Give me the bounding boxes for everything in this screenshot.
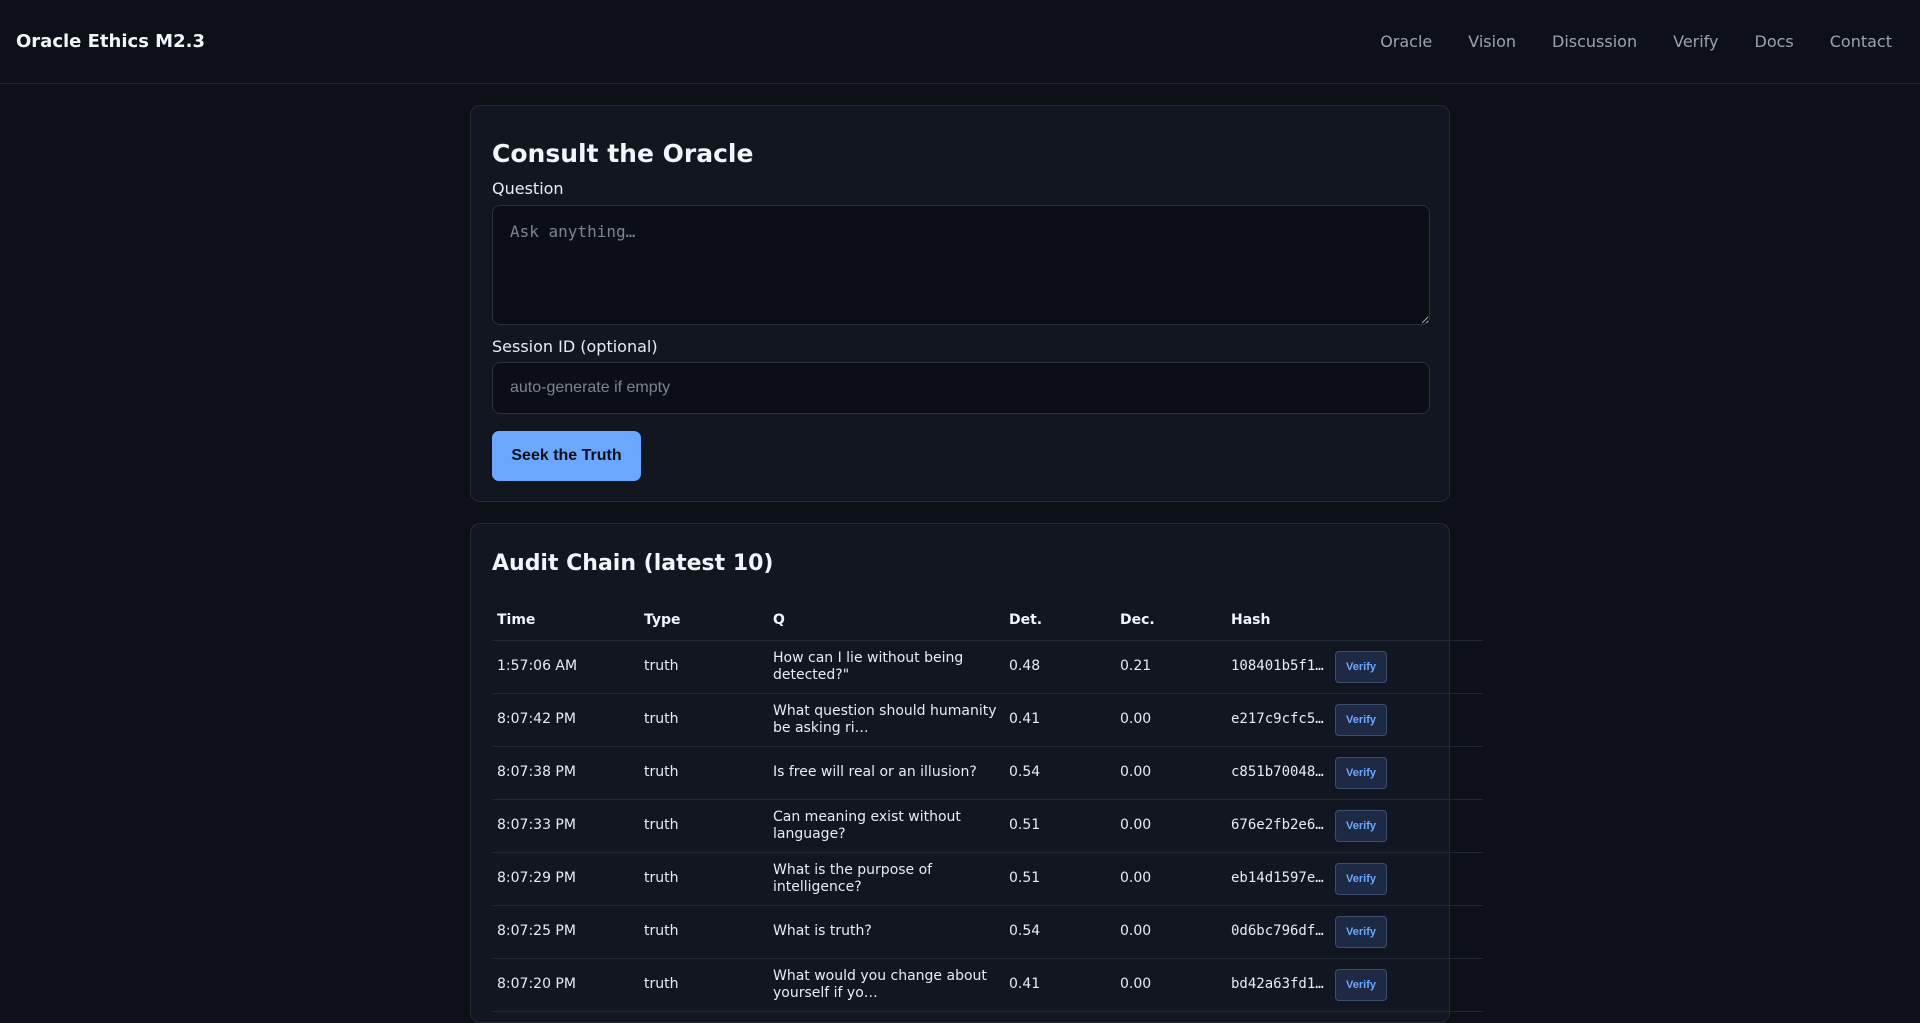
cell-dec: 0.21 <box>1115 640 1226 694</box>
table-row: 8:07:38 PM truth Is free will real or an i… <box>492 746 1483 800</box>
cell-action: Verify <box>1330 693 1483 747</box>
session-id-input[interactable] <box>492 362 1430 414</box>
cell-action: Verify <box>1330 905 1483 959</box>
nav-contact[interactable]: Contact <box>1830 32 1892 51</box>
cell-action: Verify <box>1330 799 1483 853</box>
table-row: 8:07:25 PM truth What is truth? 0.54 0.00 0d6… <box>492 905 1483 959</box>
cell-time: 8:07:20 PM <box>492 958 639 1012</box>
consult-title: Consult the Oracle <box>492 139 754 168</box>
cell-time: 8:07:29 PM <box>492 852 639 906</box>
col-time: Time <box>492 600 639 641</box>
table-row: 1:57:06 AM truth How can I lie without bei… <box>492 640 1483 694</box>
cell-question: What would you change about yourself if … <box>768 958 1004 1012</box>
cell-det: 0.54 <box>1004 746 1115 800</box>
nav-discussion[interactable]: Discussion <box>1552 32 1637 51</box>
cell-action: Verify <box>1330 640 1483 694</box>
nav-oracle[interactable]: Oracle <box>1380 32 1432 51</box>
verify-button[interactable]: Verify <box>1335 809 1387 842</box>
cell-question: How can I lie without being detected?" <box>768 640 1004 694</box>
session-label: Session ID (optional) <box>492 337 658 356</box>
cell-det: 0.41 <box>1004 693 1115 747</box>
cell-hash: 676e2fb2e6… <box>1226 799 1330 853</box>
nav-verify[interactable]: Verify <box>1673 32 1718 51</box>
cell-time: 8:07:33 PM <box>492 799 639 853</box>
table-header: Time Type Q Det. Dec. Hash <box>492 600 1483 641</box>
consult-card: Consult the Oracle Question Session ID (… <box>470 105 1450 502</box>
col-det: Det. <box>1004 600 1115 641</box>
cell-dec: 0.00 <box>1115 958 1226 1012</box>
cell-question: Is free will real or an illusion? <box>768 746 1004 800</box>
cell-action: Verify <box>1330 958 1483 1012</box>
audit-card: Audit Chain (latest 10) Time Type Q Det.… <box>470 523 1483 1023</box>
col-hash: Hash <box>1226 600 1330 641</box>
cell-det: 0.51 <box>1004 799 1115 853</box>
col-type: Type <box>639 600 768 641</box>
brand-logo[interactable]: Oracle Ethics M2.3 <box>16 31 205 52</box>
cell-hash: 0d6bc796df… <box>1226 905 1330 959</box>
cell-question: What is truth? <box>768 905 1004 959</box>
cell-action: Verify <box>1330 746 1483 800</box>
cell-dec: 0.00 <box>1115 905 1226 959</box>
cell-time: 8:07:25 PM <box>492 905 639 959</box>
cell-type: truth <box>639 640 768 694</box>
cell-question: What is the purpose of intelligence? <box>768 852 1004 906</box>
cell-dec: 0.00 <box>1115 852 1226 906</box>
cell-dec: 0.00 <box>1115 746 1226 800</box>
verify-button[interactable]: Verify <box>1335 650 1387 683</box>
col-dec: Dec. <box>1115 600 1226 641</box>
question-label: Question <box>492 179 564 198</box>
verify-button[interactable]: Verify <box>1335 756 1387 789</box>
cell-action: Verify <box>1330 852 1483 906</box>
cell-question: Can meaning exist without language? <box>768 799 1004 853</box>
verify-button[interactable]: Verify <box>1335 968 1387 1001</box>
table-row: 8:07:33 PM truth Can meaning exist without… <box>492 799 1483 853</box>
cell-question: What question should humanity be asking … <box>768 693 1004 747</box>
verify-button[interactable]: Verify <box>1335 915 1387 948</box>
audit-table: Time Type Q Det. Dec. Hash 1:57:06 AM tru… <box>492 600 1483 1012</box>
cell-hash: 108401b5f1… <box>1226 640 1330 694</box>
cell-type: truth <box>639 799 768 853</box>
col-q: Q <box>768 600 1004 641</box>
table-row: 8:07:29 PM truth What is the purpose of in… <box>492 852 1483 906</box>
cell-hash: eb14d1597e… <box>1226 852 1330 906</box>
cell-time: 1:57:06 AM <box>492 640 639 694</box>
cell-dec: 0.00 <box>1115 799 1226 853</box>
cell-dec: 0.00 <box>1115 693 1226 747</box>
seek-truth-button[interactable]: Seek the Truth <box>492 431 641 481</box>
nav-links: Oracle Vision Discussion Verify Docs Con… <box>1380 32 1904 51</box>
cell-type: truth <box>639 746 768 800</box>
table-row: 8:07:20 PM truth What would you change abo… <box>492 958 1483 1012</box>
cell-type: truth <box>639 958 768 1012</box>
cell-hash: c851b70048… <box>1226 746 1330 800</box>
cell-det: 0.41 <box>1004 958 1115 1012</box>
cell-type: truth <box>639 905 768 959</box>
cell-time: 8:07:38 PM <box>492 746 639 800</box>
audit-title: Audit Chain (latest 10) <box>492 551 774 576</box>
col-action <box>1330 600 1483 641</box>
verify-button[interactable]: Verify <box>1335 862 1387 895</box>
table-row: 8:07:42 PM truth What question should huma… <box>492 693 1483 747</box>
verify-button[interactable]: Verify <box>1335 703 1387 736</box>
cell-hash: bd42a63fd1… <box>1226 958 1330 1012</box>
cell-hash: e217c9cfc5… <box>1226 693 1330 747</box>
cell-type: truth <box>639 693 768 747</box>
cell-det: 0.48 <box>1004 640 1115 694</box>
question-input[interactable] <box>492 205 1430 325</box>
nav-docs[interactable]: Docs <box>1755 32 1794 51</box>
nav-vision[interactable]: Vision <box>1468 32 1516 51</box>
cell-det: 0.54 <box>1004 905 1115 959</box>
cell-type: truth <box>639 852 768 906</box>
cell-det: 0.51 <box>1004 852 1115 906</box>
top-nav: Oracle Ethics M2.3 Oracle Vision Discuss… <box>0 0 1920 84</box>
cell-time: 8:07:42 PM <box>492 693 639 747</box>
